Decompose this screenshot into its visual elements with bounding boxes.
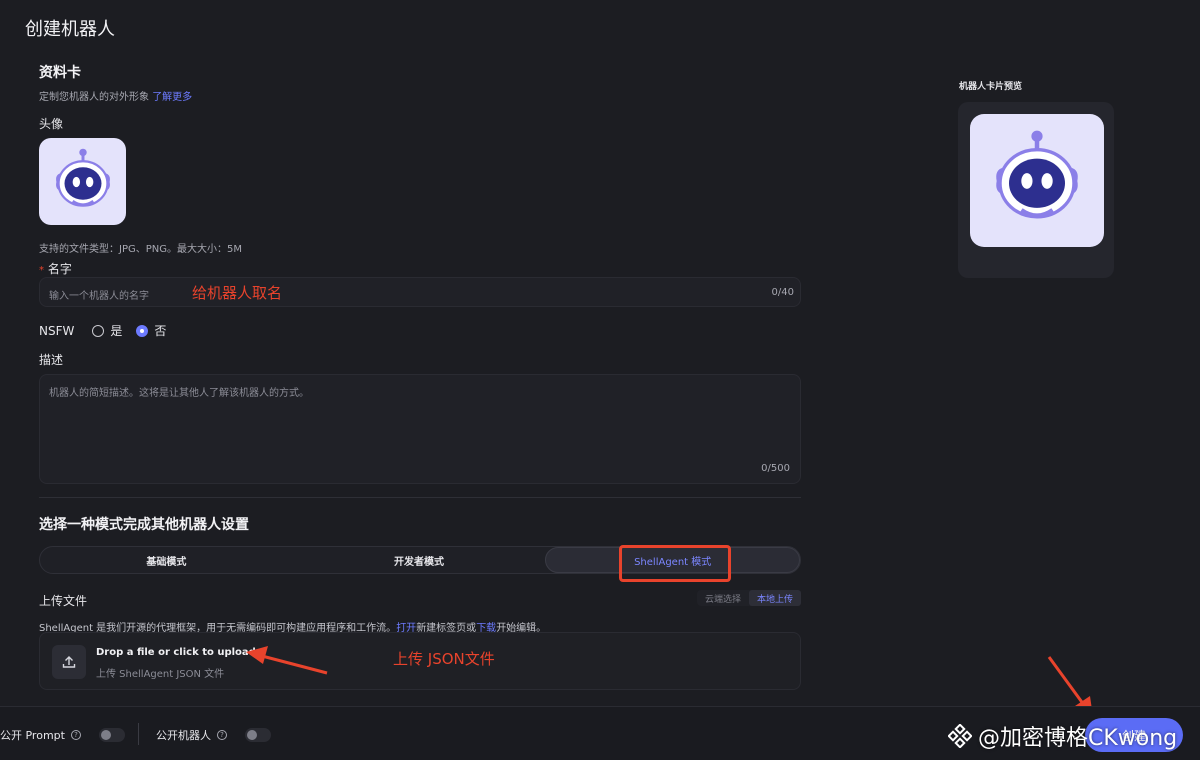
public-prompt-toggle[interactable] xyxy=(98,728,125,742)
annotation-arrows xyxy=(246,646,1093,717)
help-icon[interactable]: ? xyxy=(217,730,227,740)
public-prompt-label: 公开 Prompt xyxy=(0,729,65,742)
public-bot-setting: 公开机器人 ? xyxy=(156,727,271,743)
watermark-text: @加密博格CKwong xyxy=(978,726,1178,751)
watermark: @加密博格CKwong xyxy=(948,720,1177,752)
public-prompt-setting: 公开 Prompt ? xyxy=(0,727,125,743)
help-icon[interactable]: ? xyxy=(70,730,81,740)
binance-logo-icon xyxy=(948,724,972,748)
arrow-to-drop-zone xyxy=(246,646,328,675)
bottom-divider xyxy=(138,723,139,745)
public-bot-toggle[interactable] xyxy=(245,728,271,742)
public-bot-label: 公开机器人 xyxy=(156,729,211,742)
